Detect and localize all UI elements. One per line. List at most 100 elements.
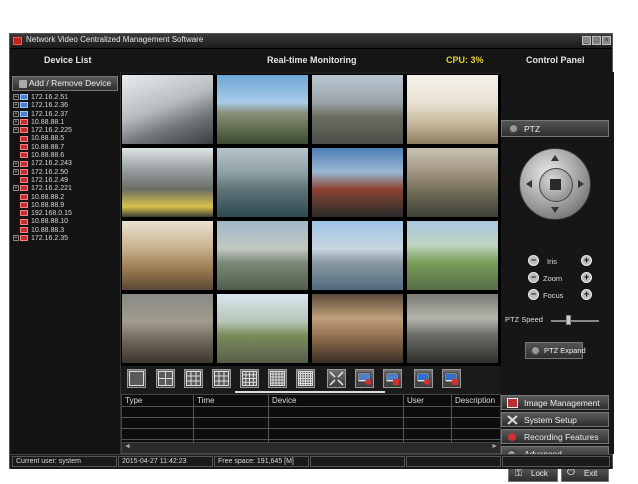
system-setup-label: System Setup [524, 415, 577, 425]
device-item[interactable]: 10.88.88.9 [13, 202, 118, 210]
ptz-speed-slider[interactable] [551, 320, 599, 322]
column-description[interactable]: Description [455, 396, 495, 405]
ptz-speed-handle[interactable] [565, 315, 571, 325]
device-item[interactable]: 172.16.2.49 [13, 177, 118, 185]
layout-16-view-button[interactable] [268, 369, 287, 388]
layout-1-view-button[interactable] [127, 369, 146, 388]
video-feed[interactable] [121, 220, 214, 291]
device-item[interactable]: 10.88.88.2 [13, 194, 118, 202]
zoom-plus-button[interactable]: + [581, 272, 592, 283]
layout-stop-record-button[interactable] [383, 369, 402, 388]
column-device[interactable]: Device [272, 396, 296, 405]
video-feed[interactable] [121, 147, 214, 218]
video-feed[interactable] [406, 293, 499, 364]
iris-minus-button[interactable]: − [528, 255, 539, 266]
focus-plus-button[interactable]: + [581, 289, 592, 300]
device-item[interactable]: 10.88.88.6 [13, 152, 118, 160]
video-feed[interactable] [121, 293, 214, 364]
layout-9-view-button[interactable] [212, 369, 231, 388]
column-user[interactable]: User [407, 396, 424, 405]
layout-fullscreen-button[interactable] [327, 369, 346, 388]
ptz-expand-button[interactable]: PTZ Expand [525, 342, 586, 359]
image-management-button[interactable]: Image Management [501, 395, 609, 410]
layout-13-view-button[interactable] [240, 369, 259, 388]
add-remove-device-button[interactable]: Add / Remove Device [12, 76, 118, 91]
layout-record-button[interactable] [355, 369, 374, 388]
window-title: Network Video Centralized Management Sof… [26, 35, 204, 44]
layout-play-all-button[interactable] [414, 369, 433, 388]
device-item[interactable]: +172.16.2.50 [13, 169, 118, 177]
close-button[interactable]: × [602, 36, 611, 45]
video-feed[interactable] [216, 220, 309, 291]
layout-stop-all-button[interactable] [442, 369, 461, 388]
expand-icon[interactable]: + [13, 168, 19, 175]
expand-icon[interactable]: + [13, 185, 19, 192]
video-feed[interactable] [311, 74, 404, 145]
device-item[interactable]: +172.16.2.36 [13, 102, 118, 110]
event-scrollbar[interactable]: ◄ ► [122, 442, 500, 453]
minimize-button[interactable]: _ [582, 36, 591, 45]
grid-scrollbar[interactable] [235, 391, 385, 393]
record-icon [507, 432, 518, 442]
expand-icon[interactable]: + [13, 94, 19, 101]
device-item[interactable]: 10.88.88.7 [13, 144, 118, 152]
device-item[interactable]: 10.88.88.10 [13, 218, 118, 226]
video-feed[interactable] [216, 293, 309, 364]
camera-icon [20, 135, 28, 142]
status-field [502, 456, 610, 467]
video-feed[interactable] [216, 74, 309, 145]
ptz-center-button[interactable] [539, 168, 573, 202]
device-item[interactable]: +172.16.2.51 [13, 94, 118, 102]
ptz-left-icon[interactable] [526, 180, 532, 188]
device-item[interactable]: +172.16.2.37 [13, 111, 118, 119]
video-feed[interactable] [406, 74, 499, 145]
camera-icon [20, 160, 28, 167]
expand-icon[interactable]: + [13, 235, 19, 242]
ptz-right-icon[interactable] [578, 180, 584, 188]
video-feed[interactable] [311, 220, 404, 291]
zoom-minus-button[interactable]: − [528, 272, 539, 283]
expand-icon[interactable]: + [13, 127, 19, 134]
device-item[interactable]: 10.88.88.3 [13, 227, 118, 235]
scroll-left-icon[interactable]: ◄ [124, 443, 131, 450]
expand-icon[interactable]: + [13, 102, 19, 109]
ptz-speed-label: PTZ Speed [505, 315, 543, 324]
video-feed[interactable] [311, 147, 404, 218]
expand-icon[interactable]: + [13, 119, 19, 126]
video-feed[interactable] [406, 147, 499, 218]
ptz-down-icon[interactable] [551, 207, 559, 213]
expand-icon[interactable]: + [13, 160, 19, 167]
layout-6-view-button[interactable] [184, 369, 203, 388]
device-ip: 172.16.2.37 [31, 110, 68, 118]
expand-icon[interactable]: + [13, 110, 19, 117]
column-time[interactable]: Time [197, 396, 214, 405]
system-setup-button[interactable]: System Setup [501, 412, 609, 427]
video-feed[interactable] [216, 147, 309, 218]
device-item[interactable]: +172.16.2.243 [13, 160, 118, 168]
recording-features-button[interactable]: Recording Features [501, 429, 609, 444]
device-ip: 172.16.2.225 [31, 127, 72, 135]
focus-minus-button[interactable]: − [528, 289, 539, 300]
iris-plus-button[interactable]: + [581, 255, 592, 266]
device-item[interactable]: +172.16.2.225 [13, 127, 118, 135]
device-list-heading: Device List [44, 55, 92, 65]
video-feed[interactable] [311, 293, 404, 364]
device-ip: 172.16.2.243 [31, 160, 72, 168]
row-divider [122, 406, 500, 407]
scroll-right-icon[interactable]: ► [491, 443, 498, 450]
ptz-joystick[interactable] [519, 148, 591, 220]
column-type[interactable]: Type [125, 396, 142, 405]
layout-4-view-button[interactable] [156, 369, 175, 388]
device-item[interactable]: +10.88.88.1 [13, 119, 118, 127]
maximize-button[interactable]: □ [592, 36, 601, 45]
device-item[interactable]: 10.88.88.5 [13, 135, 118, 143]
video-feed[interactable] [121, 74, 214, 145]
device-item[interactable]: +172.16.2.221 [13, 185, 118, 193]
video-feed[interactable] [406, 220, 499, 291]
ptz-up-icon[interactable] [551, 155, 559, 161]
device-item[interactable]: +172.16.2.35 [13, 235, 118, 243]
layout-25-view-button[interactable] [296, 369, 315, 388]
ptz-header[interactable]: PTZ [501, 120, 609, 137]
device-item[interactable]: 192.168.0.15 [13, 210, 118, 218]
column-divider [193, 395, 194, 443]
